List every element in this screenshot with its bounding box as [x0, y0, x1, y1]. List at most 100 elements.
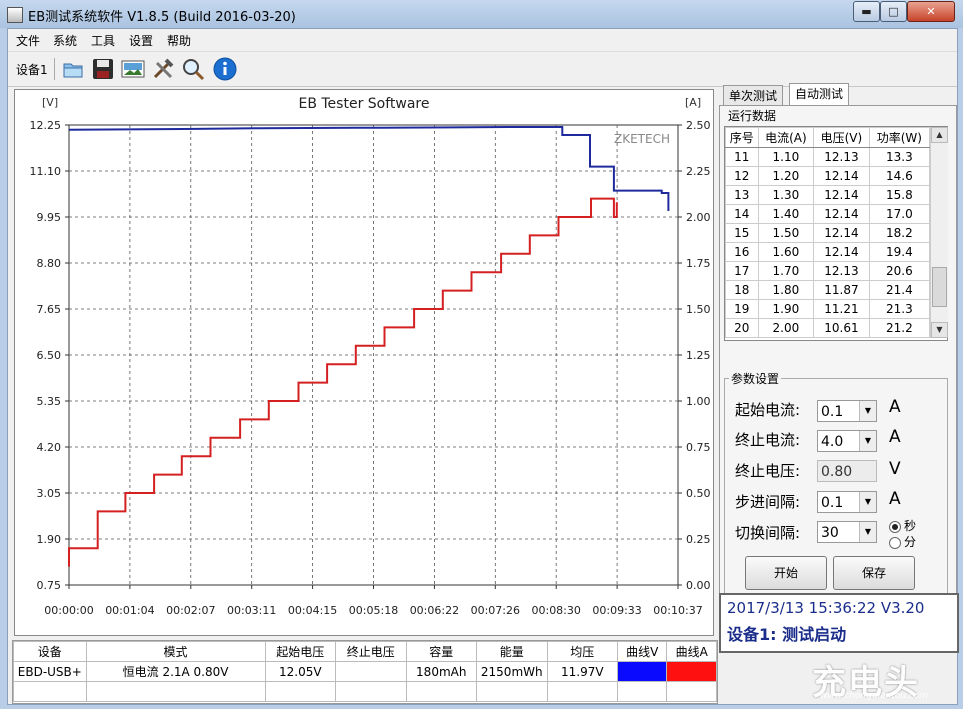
radio-minutes-label: 分 [904, 535, 917, 549]
tools-icon[interactable] [150, 56, 176, 82]
summary-table: 设备 模式 起始电压 终止电压 容量 能量 均压 曲线V 曲线A EBD-USB… [12, 640, 718, 704]
switch-select[interactable]: 30 ▼ [817, 521, 877, 543]
app-icon [7, 7, 23, 23]
status-datetime: 2017/3/13 15:36:22 V3.20 [727, 599, 925, 617]
summary-header: 曲线A [666, 641, 717, 662]
image-icon[interactable] [120, 56, 146, 82]
run-data-table: 序号 电流(A) 电压(V) 功率(W) 11 1.10 12.13 13.3 12 1… [725, 127, 931, 338]
radio-minutes[interactable]: 分 [889, 533, 916, 550]
y-left-tick-label: 11.10 [30, 165, 62, 178]
chevron-down-icon[interactable]: ▼ [859, 492, 876, 512]
cell: 12 [725, 166, 759, 186]
title-bar[interactable]: EB测试系统软件 V1.8.5 (Build 2016-03-20) ▬ □ ✕ [0, 0, 963, 28]
cell: 21.2 [868, 318, 931, 338]
cell: 15 [725, 223, 759, 243]
start-current-label: 起始电流: [735, 401, 801, 419]
folder-icon[interactable] [60, 56, 86, 82]
col-header: 电流(A) [757, 127, 815, 148]
menu-settings[interactable]: 设置 [129, 32, 153, 49]
close-button[interactable]: ✕ [907, 1, 955, 22]
cell: 17 [725, 261, 759, 281]
summary-row[interactable]: EBD-USB+ 恒电流 2.1A 0.80V 12.05V 180mAh 21… [13, 661, 717, 682]
table-row[interactable]: 18 1.80 11.87 21.4 [725, 280, 931, 300]
search-icon[interactable] [180, 56, 206, 82]
y-right-tick-label: 1.25 [686, 349, 711, 362]
tab-auto-test[interactable]: 自动测试 [789, 83, 850, 107]
col-header: 电压(V) [813, 127, 870, 148]
table-row[interactable]: 12 1.20 12.14 14.6 [725, 166, 931, 186]
right-panel: 单次测试 自动测试 运行数据 序号 电流(A) 电压(V) 功率(W) 11 1… [719, 83, 957, 605]
x-tick-label: 00:06:22 [410, 604, 459, 617]
chart-watermark: ZKETECH [614, 132, 670, 146]
menu-help[interactable]: 帮助 [167, 32, 191, 49]
table-row[interactable]: 14 1.40 12.14 17.0 [725, 204, 931, 224]
table-scrollbar[interactable]: ▲ ▼ [930, 127, 948, 338]
maximize-button[interactable]: □ [880, 1, 907, 22]
save-icon[interactable] [90, 56, 116, 82]
cell: 1.70 [757, 261, 815, 281]
start-button[interactable]: 开始 [745, 556, 827, 590]
y-right-tick-label: 0.75 [686, 441, 711, 454]
table-row[interactable]: 16 1.60 12.14 19.4 [725, 242, 931, 262]
cell: 2.00 [757, 318, 815, 338]
y-left-tick-label: 7.65 [37, 303, 62, 316]
menu-bar: 文件 系统 工具 设置 帮助 [8, 29, 957, 51]
y-left-tick-label: 9.95 [37, 211, 62, 224]
chevron-down-icon[interactable]: ▼ [859, 522, 876, 542]
chevron-down-icon[interactable]: ▼ [859, 401, 876, 421]
run-data-grid[interactable]: 序号 电流(A) 电压(V) 功率(W) 11 1.10 12.13 13.3 12 1… [724, 126, 948, 341]
end-voltage-field[interactable]: 0.80 [817, 460, 877, 482]
table-row[interactable]: 15 1.50 12.14 18.2 [725, 223, 931, 243]
device-label[interactable]: 设备1 [16, 61, 48, 78]
cell: 14 [725, 204, 759, 224]
scroll-down-icon[interactable]: ▼ [931, 322, 948, 338]
chevron-down-icon[interactable]: ▼ [859, 431, 876, 451]
end-current-unit: A [889, 427, 901, 447]
status-display: 2017/3/13 15:36:22 V3.20 设备1: 测试启动 [719, 593, 959, 653]
window-title: EB测试系统软件 V1.8.5 (Build 2016-03-20) [28, 10, 296, 25]
minimize-button[interactable]: ▬ [853, 1, 880, 22]
menu-tools[interactable]: 工具 [91, 32, 115, 49]
cell: 11 [725, 147, 759, 167]
cell: 10.61 [813, 318, 870, 338]
table-row[interactable]: 13 1.30 12.14 15.8 [725, 185, 931, 205]
end-current-select[interactable]: 4.0 ▼ [817, 430, 877, 452]
curve-v-swatch [617, 661, 668, 682]
table-row[interactable]: 17 1.70 12.13 20.6 [725, 261, 931, 281]
watermark-url: www.chongdiantou.com [820, 691, 929, 701]
summary-cell: 11.97V [546, 661, 619, 682]
scroll-thumb[interactable] [932, 267, 947, 307]
summary-cell: 恒电流 2.1A 0.80V [85, 661, 266, 682]
params-group: 参数设置 起始电流: 0.1 ▼ A 终止电流: 4.0 ▼ A 终止电压: 0.8… [724, 370, 948, 602]
step-unit: A [889, 489, 901, 509]
info-icon[interactable] [212, 56, 238, 82]
table-row[interactable]: 19 1.90 11.21 21.3 [725, 299, 931, 319]
start-current-unit: A [889, 397, 901, 417]
cell: 12.14 [813, 166, 870, 186]
step-select[interactable]: 0.1 ▼ [817, 491, 877, 513]
end-voltage-label: 终止电压: [735, 462, 801, 480]
cell: 14.6 [868, 166, 931, 186]
scroll-up-icon[interactable]: ▲ [931, 127, 948, 143]
step-value: 0.1 [821, 495, 844, 511]
save-button[interactable]: 保存 [833, 556, 915, 590]
radio-seconds-label: 秒 [904, 519, 917, 533]
cell: 1.30 [757, 185, 815, 205]
table-row[interactable]: 11 1.10 12.13 13.3 [725, 147, 931, 167]
y-right-tick-label: 0.25 [686, 533, 711, 546]
app-window: EB测试系统软件 V1.8.5 (Build 2016-03-20) ▬ □ ✕… [0, 0, 963, 709]
switch-value: 30 [821, 525, 839, 541]
tab-single-test[interactable]: 单次测试 [723, 85, 784, 107]
start-current-select[interactable]: 0.1 ▼ [817, 400, 877, 422]
radio-seconds[interactable]: 秒 [889, 517, 916, 534]
summary-cell: EBD-USB+ [13, 661, 87, 682]
menu-file[interactable]: 文件 [16, 32, 40, 49]
x-tick-label: 00:07:26 [471, 604, 520, 617]
menu-system[interactable]: 系统 [53, 32, 77, 49]
cell: 1.10 [757, 147, 815, 167]
x-tick-label: 00:09:33 [592, 604, 641, 617]
curve-a-swatch [666, 661, 717, 682]
status-message: 设备1: 测试启动 [727, 625, 847, 644]
end-voltage-unit: V [889, 459, 901, 479]
table-row[interactable]: 20 2.00 10.61 21.2 [725, 318, 931, 338]
